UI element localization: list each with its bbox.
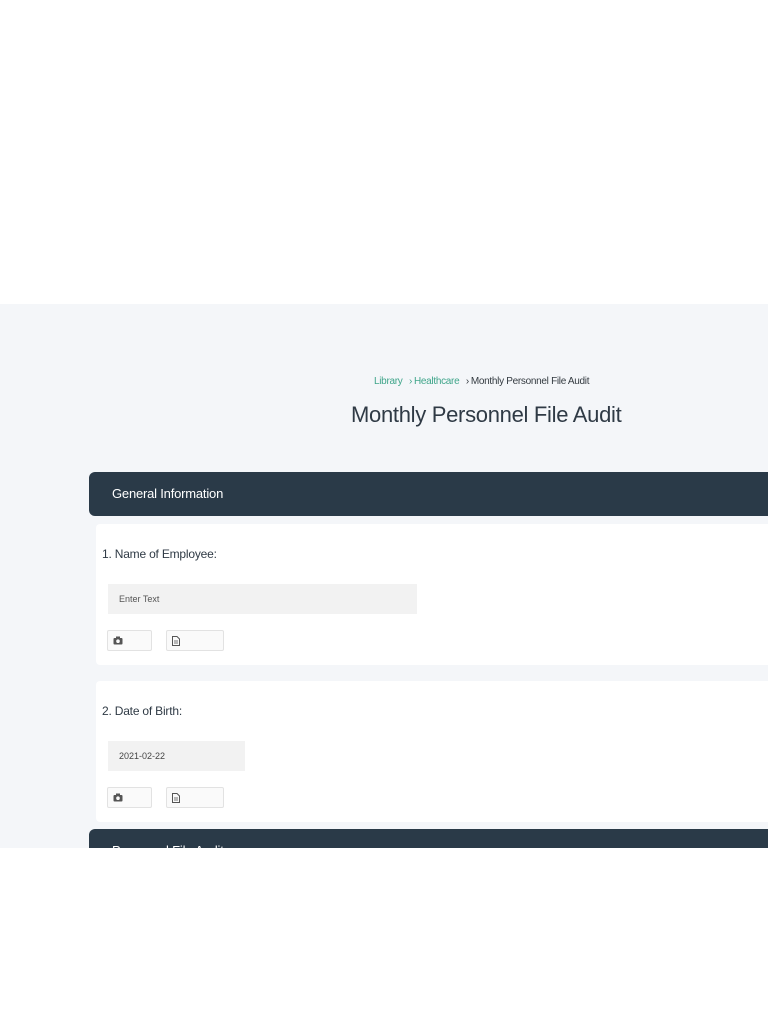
- date-of-birth-input[interactable]: [108, 741, 245, 771]
- breadcrumb-library-link[interactable]: Library: [374, 376, 403, 387]
- breadcrumb: Library › Healthcare › Monthly Personnel F…: [374, 376, 590, 387]
- camera-icon: [113, 636, 123, 645]
- question-card-name-of-employee: 1. Name of Employee:: [96, 524, 768, 665]
- section-header-personnel-file-audit[interactable]: Personnel File Audit: [89, 829, 768, 848]
- form-viewport: Library › Healthcare › Monthly Personnel F…: [0, 304, 768, 848]
- question-label: 1. Name of Employee:: [102, 547, 217, 561]
- document-icon: [172, 793, 180, 803]
- add-file-button[interactable]: [166, 787, 224, 808]
- add-photo-button[interactable]: [107, 630, 152, 651]
- question-label: 2. Date of Birth:: [102, 704, 182, 718]
- breadcrumb-separator: ›: [408, 376, 412, 387]
- section-header-general-information[interactable]: General Information: [89, 472, 768, 516]
- camera-icon: [113, 793, 123, 802]
- breadcrumb-separator: ›: [465, 376, 469, 387]
- employee-name-input[interactable]: [108, 584, 417, 614]
- document-icon: [172, 636, 180, 646]
- question-card-date-of-birth: 2. Date of Birth:: [96, 681, 768, 822]
- add-photo-button[interactable]: [107, 787, 152, 808]
- add-file-button[interactable]: [166, 630, 224, 651]
- breadcrumb-healthcare-link[interactable]: Healthcare: [414, 376, 460, 387]
- breadcrumb-current: Monthly Personnel File Audit: [470, 376, 590, 387]
- page-title: Monthly Personnel File Audit: [351, 402, 622, 427]
